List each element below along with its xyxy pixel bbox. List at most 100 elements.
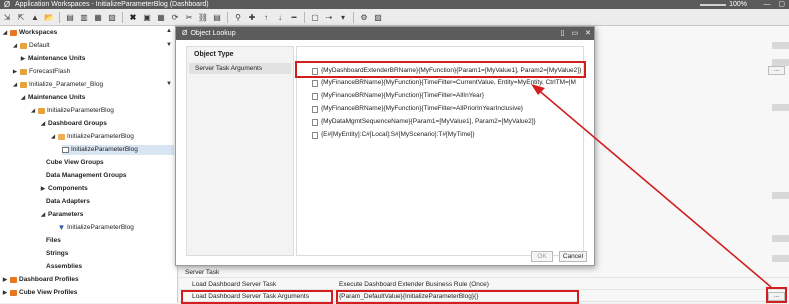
object-type-item-server-task-arguments[interactable]: Server Task Arguments xyxy=(189,63,291,74)
expand-arrow-icon[interactable]: ▶ xyxy=(12,67,18,77)
tree-item-data-adapters[interactable]: Data Adapters xyxy=(46,197,90,207)
new-item-icon[interactable]: ▥ xyxy=(79,12,89,22)
expand-arrow-icon[interactable]: ▶ xyxy=(2,275,8,285)
arrow-down-icon[interactable]: ↓ xyxy=(275,12,285,22)
lookup-item-text: {MyFinanceBRName}{MyFunction}{TimeFilter… xyxy=(321,92,484,99)
highlight-box-ellipsis xyxy=(766,287,787,303)
tree-item-parameters[interactable]: ◢ Parameters xyxy=(40,210,84,220)
tree-item-parameter[interactable]: ▼ InitializeParameterBlog xyxy=(58,223,134,233)
tree-item-maintenance-units-2[interactable]: ◢ Maintenance Units xyxy=(20,93,86,103)
refresh-icon[interactable]: ⟳ xyxy=(170,12,180,22)
move-up-icon[interactable]: ▲ xyxy=(30,12,40,22)
tree-item-initialize-parameter-blog[interactable]: ◢ Initialize_Parameter_Blog xyxy=(12,80,103,90)
lookup-item[interactable]: {E#[MyEntity]:C#[Local]:S#[MyScenario]:T… xyxy=(312,130,475,140)
lookup-item-text: {MyFinanceBRName}{MyFunction}{TimeFilter… xyxy=(321,105,524,112)
folder-icon xyxy=(20,43,27,49)
window-titlebar: Ø Application Workspaces - InitializePar… xyxy=(0,0,789,9)
object-type-panel: Object Type Server Task Arguments xyxy=(186,46,294,256)
run-icon[interactable]: ⚙ xyxy=(359,12,369,22)
maximize-icon[interactable]: ▢ xyxy=(778,0,785,9)
lookup-item-text: {E#[MyEntity]:C#[Local]:S#[MyScenario]:T… xyxy=(321,131,475,138)
view-icon[interactable]: ▤ xyxy=(212,12,222,22)
collapse-arrow-icon[interactable]: ◢ xyxy=(40,119,46,129)
folder-icon xyxy=(10,277,17,283)
cut-icon[interactable]: ✂ xyxy=(184,12,194,22)
close-icon[interactable]: ✕ xyxy=(585,27,591,40)
folder-icon xyxy=(10,30,17,36)
dialog-titlebar: Ø Object Lookup ▯ ▭ ✕ xyxy=(176,27,594,40)
link-icon[interactable]: ⛓ xyxy=(198,12,208,22)
tree-item-label: Initialize_Parameter_Blog xyxy=(29,81,104,88)
tree-item-label: Dashboard Groups xyxy=(48,120,107,127)
tree-item-assemblies[interactable]: Assemblies xyxy=(46,262,82,272)
property-row-load-task[interactable]: Load Dashboard Server Task Execute Dashb… xyxy=(179,279,789,290)
tree-item-maintenance-unit[interactable]: ◢ InitializeParameterBlog xyxy=(30,106,114,116)
collapse-all-icon[interactable]: ⇱ xyxy=(16,12,26,22)
tree-item-data-management-groups[interactable]: Data Management Groups xyxy=(46,171,127,181)
tree-item-components[interactable]: ▶ Components xyxy=(40,184,88,194)
dialog-title: Object Lookup xyxy=(190,30,236,37)
collapse-arrow-icon[interactable]: ◢ xyxy=(20,93,26,103)
property-value-strip xyxy=(772,59,789,66)
property-value-strip xyxy=(772,104,789,111)
tree-item-cube-view-groups[interactable]: Cube View Groups xyxy=(46,158,104,168)
tree-item-forecastflash[interactable]: ▶ ForecastFlash xyxy=(12,67,70,77)
ellipsis-button-top[interactable]: ... xyxy=(768,66,785,75)
highlight-box-first-item xyxy=(295,61,586,78)
save-icon[interactable]: ▣ xyxy=(142,12,152,22)
minimize-icon[interactable]: — xyxy=(763,0,770,9)
grid-icon[interactable]: ▦ xyxy=(156,12,166,22)
tree-item-maintenance-units[interactable]: ▶ Maintenance Units xyxy=(20,54,86,64)
tree-item-default[interactable]: ◢ Default xyxy=(12,41,50,51)
dependency-icon[interactable]: ⇢ xyxy=(324,12,334,22)
lookup-item[interactable]: {MyFinanceBRName}{MyFunction}{TimeFilter… xyxy=(312,78,576,88)
collapse-arrow-icon[interactable]: ◢ xyxy=(30,106,36,116)
collapse-arrow-icon[interactable]: ◢ xyxy=(12,80,18,90)
add-icon[interactable]: ✚ xyxy=(247,12,257,22)
cancel-button[interactable]: Cancel xyxy=(559,251,587,262)
folder-icon xyxy=(20,69,27,75)
maximize-icon[interactable]: ▭ xyxy=(572,27,579,40)
lookup-item[interactable]: {MyFinanceBRName}{MyFunction}{TimeFilter… xyxy=(312,91,484,101)
copy-icon[interactable]: ▦ xyxy=(93,12,103,22)
tree-item-dashboard-group[interactable]: ◢ InitializeParameterBlog xyxy=(50,132,134,142)
tree-item-dashboard-profiles[interactable]: ▶ Dashboard Profiles xyxy=(2,275,79,285)
tree-item-files[interactable]: Files xyxy=(46,236,61,246)
copy-icon[interactable]: ▯ xyxy=(561,27,565,40)
minus-icon[interactable]: ━ xyxy=(289,12,299,22)
lookup-item[interactable]: {MyDataMgmtSequenceName}{Param1=[MyValue… xyxy=(312,117,536,127)
property-value-strip xyxy=(772,192,789,199)
collapse-arrow-icon[interactable]: ◢ xyxy=(12,41,18,51)
expand-arrow-icon[interactable]: ▶ xyxy=(2,288,8,298)
collapse-arrow-icon[interactable]: ◢ xyxy=(40,210,46,220)
preview-icon[interactable]: ▨ xyxy=(373,12,383,22)
tree-item-label: Strings xyxy=(46,250,69,257)
collapse-arrow-icon[interactable]: ◢ xyxy=(2,28,8,38)
properties-icon[interactable]: ▢ xyxy=(310,12,320,22)
expand-all-icon[interactable]: ⇲ xyxy=(2,12,12,22)
paste-icon[interactable]: ▧ xyxy=(107,12,117,22)
tree-item-dashboard-selected[interactable]: InitializeParameterBlog xyxy=(62,145,174,155)
expand-arrow-icon[interactable]: ▶ xyxy=(40,184,46,194)
zoom-slider[interactable] xyxy=(700,3,727,6)
dashboard-group-icon xyxy=(58,134,65,140)
collapse-arrow-icon[interactable]: ◢ xyxy=(50,132,56,142)
tree-item-workspaces[interactable]: ◢ Workspaces xyxy=(2,28,57,38)
ok-button[interactable]: OK xyxy=(531,251,553,262)
tree-item-dashboard-groups[interactable]: ◢ Dashboard Groups xyxy=(40,119,107,129)
dropdown-icon[interactable]: ▾ xyxy=(338,12,348,22)
open-icon[interactable]: 📂 xyxy=(44,12,54,22)
delete-icon[interactable]: ✖ xyxy=(128,12,138,22)
arrow-up-icon[interactable]: ↑ xyxy=(261,12,271,22)
tree-item-cube-view-profiles[interactable]: ▶ Cube View Profiles xyxy=(2,288,77,298)
tree-item-label: ForecastFlash xyxy=(29,68,71,75)
tree-item-label: Maintenance Units xyxy=(28,55,86,62)
property-value[interactable]: Execute Dashboard Extender Business Rule… xyxy=(339,279,489,290)
tree-item-strings[interactable]: Strings xyxy=(46,249,68,259)
tree-item-label: Maintenance Units xyxy=(28,94,86,101)
expand-arrow-icon[interactable]: ▶ xyxy=(20,54,26,64)
search-icon[interactable]: ⚲ xyxy=(233,12,243,22)
new-icon[interactable]: ▤ xyxy=(65,12,75,22)
zoom-control[interactable]: 100% xyxy=(700,0,747,9)
lookup-item[interactable]: {MyFinanceBRName}{MyFunction}{TimeFilter… xyxy=(312,104,523,114)
